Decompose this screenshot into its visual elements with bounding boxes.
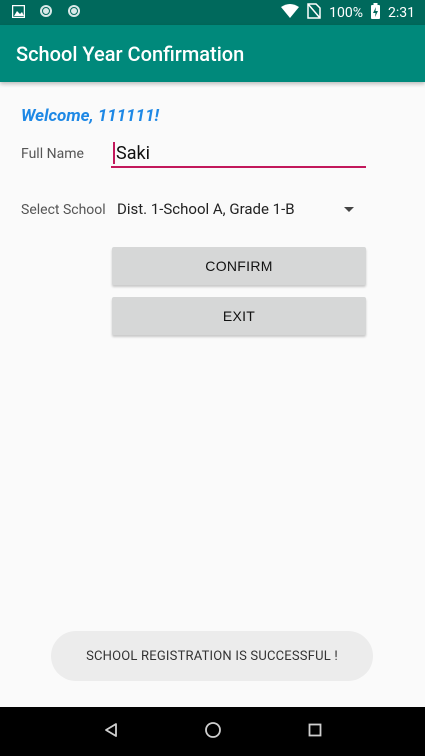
select-school-label: Select School bbox=[21, 202, 106, 218]
full-name-label: Full Name bbox=[21, 146, 84, 162]
dropdown-arrow-icon bbox=[344, 206, 354, 212]
status-bar: 100% 2:31 bbox=[0, 0, 425, 25]
full-name-value: Saki bbox=[116, 142, 150, 164]
exit-button[interactable]: EXIT bbox=[112, 297, 366, 335]
circle-icon bbox=[67, 3, 81, 22]
toast-message: SCHOOL REGISTRATION IS SUCCESSFUL ! bbox=[86, 648, 338, 664]
toast: SCHOOL REGISTRATION IS SUCCESSFUL ! bbox=[51, 631, 373, 681]
battery-percent: 100% bbox=[329, 4, 363, 21]
recents-icon[interactable] bbox=[308, 722, 322, 741]
circle-icon bbox=[39, 3, 53, 22]
selected-school: Dist. 1-School A, Grade 1-B bbox=[117, 200, 295, 218]
home-icon[interactable] bbox=[204, 721, 222, 743]
confirm-button[interactable]: CONFIRM bbox=[112, 247, 366, 285]
wifi-icon bbox=[281, 3, 300, 22]
welcome-message: Welcome, 111111! bbox=[21, 106, 160, 126]
navigation-bar bbox=[0, 707, 425, 756]
clock: 2:31 bbox=[388, 4, 415, 21]
no-sim-icon bbox=[307, 2, 321, 23]
app-bar: School Year Confirmation bbox=[0, 25, 425, 82]
school-dropdown[interactable]: Dist. 1-School A, Grade 1-B bbox=[111, 194, 366, 224]
app-title: School Year Confirmation bbox=[16, 41, 245, 66]
full-name-input[interactable]: Saki bbox=[111, 140, 366, 168]
back-icon[interactable] bbox=[103, 722, 119, 742]
text-cursor bbox=[113, 142, 115, 164]
battery-charging-icon bbox=[371, 2, 380, 23]
image-icon bbox=[11, 3, 26, 22]
